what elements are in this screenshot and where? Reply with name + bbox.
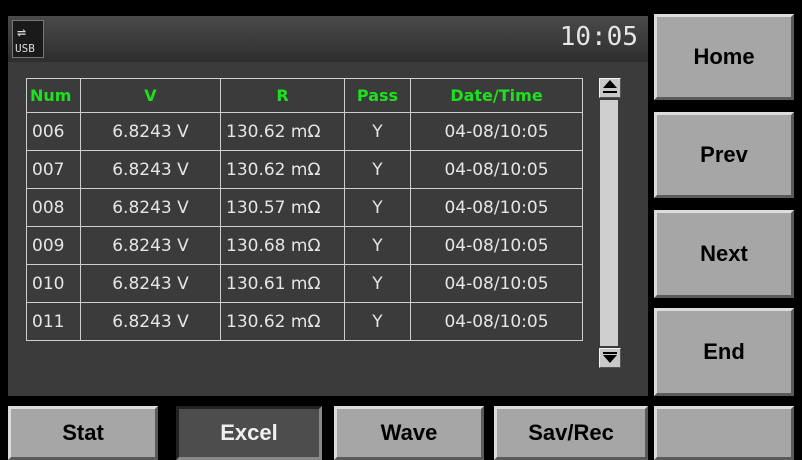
cell-pass: Y	[344, 150, 411, 189]
cell-num: 010	[26, 264, 81, 303]
cell-v: 6.8243 V	[80, 226, 221, 265]
cell-pass: Y	[344, 188, 411, 227]
cell-num: 007	[26, 150, 81, 189]
cell-v: 6.8243 V	[80, 302, 221, 341]
cell-pass: Y	[344, 112, 411, 151]
column-header-datetime: Date/Time	[410, 78, 583, 113]
cell-r: 130.62 mΩ	[220, 150, 345, 189]
cell-num: 006	[26, 112, 81, 151]
cell-num: 009	[26, 226, 81, 265]
table-row[interactable]: 008 6.8243 V 130.57 mΩ Y 04-08/10:05	[26, 188, 583, 227]
cell-r: 130.62 mΩ	[220, 302, 345, 341]
records-table: Num V R Pass Date/Time 006 6.8243 V 130.…	[26, 78, 583, 341]
records-panel: Num V R Pass Date/Time 006 6.8243 V 130.…	[8, 62, 648, 396]
cell-pass: Y	[344, 226, 411, 265]
cell-datetime: 04-08/10:05	[410, 302, 583, 341]
cell-datetime: 04-08/10:05	[410, 264, 583, 303]
scroll-down-arrow-icon	[603, 352, 617, 364]
savrec-button[interactable]: Sav/Rec	[494, 406, 648, 460]
scroll-down-button[interactable]	[599, 348, 621, 368]
column-header-r: R	[220, 78, 345, 113]
cell-v: 6.8243 V	[80, 112, 221, 151]
cell-r: 130.68 mΩ	[220, 226, 345, 265]
cell-datetime: 04-08/10:05	[410, 226, 583, 265]
cell-num: 011	[26, 302, 81, 341]
cell-v: 6.8243 V	[80, 150, 221, 189]
wave-button[interactable]: Wave	[334, 406, 484, 460]
clock: 10:05	[559, 22, 638, 52]
cell-datetime: 04-08/10:05	[410, 112, 583, 151]
cell-r: 130.57 mΩ	[220, 188, 345, 227]
scrollbar-track[interactable]	[600, 100, 618, 346]
instrument-screen: ⇌ USB 10:05 Num V R Pass Date/Time 006 6…	[0, 0, 802, 460]
next-button[interactable]: Next	[654, 210, 794, 298]
prev-button[interactable]: Prev	[654, 112, 794, 198]
scroll-up-button[interactable]	[599, 78, 621, 98]
vertical-scrollbar[interactable]	[596, 78, 622, 368]
table-row[interactable]: 011 6.8243 V 130.62 mΩ Y 04-08/10:05	[26, 302, 583, 341]
table-row[interactable]: 010 6.8243 V 130.61 mΩ Y 04-08/10:05	[26, 264, 583, 303]
usb-icon: ⇌ USB	[12, 20, 44, 58]
end-button[interactable]: End	[654, 308, 794, 396]
cell-num: 008	[26, 188, 81, 227]
column-header-num: Num	[26, 78, 81, 113]
cell-datetime: 04-08/10:05	[410, 188, 583, 227]
home-button[interactable]: Home	[654, 14, 794, 100]
scroll-up-arrow-icon	[603, 80, 617, 94]
cell-r: 130.62 mΩ	[220, 112, 345, 151]
column-header-v: V	[80, 78, 221, 113]
stat-button[interactable]: Stat	[8, 406, 158, 460]
table-row[interactable]: 006 6.8243 V 130.62 mΩ Y 04-08/10:05	[26, 112, 583, 151]
table-row[interactable]: 007 6.8243 V 130.62 mΩ Y 04-08/10:05	[26, 150, 583, 189]
cell-v: 6.8243 V	[80, 188, 221, 227]
cell-pass: Y	[344, 264, 411, 303]
cell-v: 6.8243 V	[80, 264, 221, 303]
status-bar: ⇌ USB 10:05	[8, 16, 648, 62]
blank-softkey-button[interactable]	[654, 406, 794, 460]
usb-trident-glyph: ⇌	[17, 23, 27, 41]
excel-button[interactable]: Excel	[176, 406, 322, 460]
table-row[interactable]: 009 6.8243 V 130.68 mΩ Y 04-08/10:05	[26, 226, 583, 265]
cell-pass: Y	[344, 302, 411, 341]
cell-datetime: 04-08/10:05	[410, 150, 583, 189]
table-header-row: Num V R Pass Date/Time	[26, 78, 583, 113]
column-header-pass: Pass	[344, 78, 411, 113]
usb-label: USB	[15, 42, 35, 55]
cell-r: 130.61 mΩ	[220, 264, 345, 303]
